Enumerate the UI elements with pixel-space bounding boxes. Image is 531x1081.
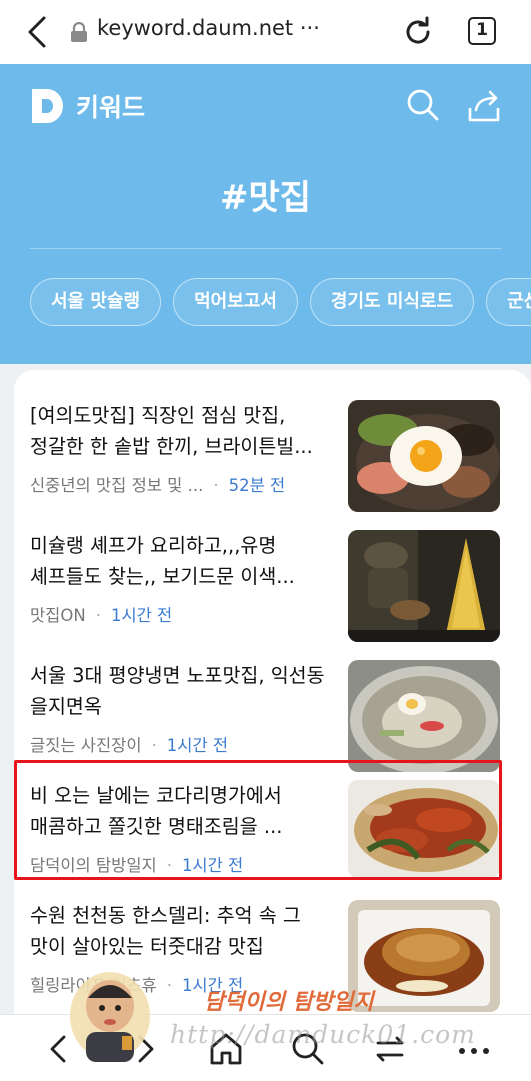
- article-source: 신중년의 맛집 정보 및 ...: [30, 476, 204, 495]
- chevron-left-icon: [28, 16, 46, 48]
- tab-count: 1: [476, 20, 488, 40]
- watermark-avatar: [66, 966, 154, 1062]
- more-dots: ···: [299, 16, 320, 40]
- reload-icon: [406, 16, 430, 44]
- article-time: 1시간 전: [166, 736, 229, 755]
- watermark-blog-name: 담덕이의 탐방일지: [204, 989, 374, 1015]
- article-meta: 신중년의 맛집 정보 및 ... · 52분 전: [30, 476, 286, 495]
- chip-seoul-michelin[interactable]: 서울 맛슐랭: [30, 278, 162, 326]
- article-source: 글짓는 사진장이: [30, 736, 142, 755]
- keyword-title: #맛집: [219, 178, 312, 218]
- thumbnail-image[interactable]: [348, 530, 500, 642]
- list-item[interactable]: 미슐랭 셰프가 요리하고,,,유명 셰프들도 찾는,, 보기드문 이색... 맛…: [30, 530, 531, 656]
- list-item[interactable]: [여의도맛집] 직장인 점심 맛집, 정갈한 한 솥밥 한끼, 브라이튼빌...…: [30, 400, 531, 526]
- article-meta: 맛집ON · 1시간 전: [30, 606, 173, 625]
- article-title[interactable]: 서울 3대 평양냉면 노포맛집, 익선동 을지면옥: [30, 660, 340, 722]
- divider: [30, 248, 501, 249]
- article-meta: 글짓는 사진장이 · 1시간 전: [30, 736, 229, 755]
- article-source: 맛집ON: [30, 606, 86, 625]
- article-list: [여의도맛집] 직장인 점심 맛집, 정갈한 한 솥밥 한끼, 브라이튼빌...…: [14, 370, 531, 1030]
- tabs-button[interactable]: 1: [468, 17, 496, 45]
- search-icon: [407, 89, 439, 121]
- address-bar[interactable]: keyword.daum.net ···: [97, 16, 320, 40]
- highlight-frame: [14, 760, 502, 880]
- related-keyword-chips: 서울 맛슐랭먹어보고서경기도 미식로드군산: [30, 278, 531, 326]
- chip-meogeoboGoseo[interactable]: 먹어보고서: [173, 278, 298, 326]
- share-icon: [468, 90, 500, 122]
- service-title[interactable]: 키워드: [76, 88, 145, 124]
- article-time: 1시간 전: [110, 606, 173, 625]
- search-button[interactable]: [406, 88, 440, 122]
- browser-toolbar: keyword.daum.net ··· 1: [0, 0, 531, 64]
- thumbnail-image[interactable]: [348, 660, 500, 772]
- lock-icon: [70, 21, 88, 42]
- article-title[interactable]: 수원 천천동 한스델리: 추억 속 그 맛이 살아있는 터줏대감 맛집: [30, 900, 340, 962]
- daum-logo-icon[interactable]: [30, 87, 66, 125]
- back-button[interactable]: [22, 14, 56, 50]
- content-area: [여의도맛집] 직장인 점심 맛집, 정갈한 한 솥밥 한끼, 브라이튼빌...…: [0, 364, 531, 1030]
- article-title[interactable]: [여의도맛집] 직장인 점심 맛집, 정갈한 한 솥밥 한끼, 브라이튼빌...: [30, 400, 340, 462]
- keyword-header: 키워드 #맛집 서울 맛슐랭먹어보고서경기도 미식로드군산: [0, 64, 531, 364]
- share-button[interactable]: [466, 88, 502, 124]
- chip-gyeonggi-road[interactable]: 경기도 미식로드: [309, 278, 475, 326]
- reload-button[interactable]: [400, 14, 436, 50]
- chip-gunsan[interactable]: 군산: [486, 278, 531, 326]
- article-time: 52분 전: [228, 476, 286, 495]
- thumbnail-image[interactable]: [348, 400, 500, 512]
- article-title[interactable]: 미슐랭 셰프가 요리하고,,,유명 셰프들도 찾는,, 보기드문 이색...: [30, 530, 340, 592]
- watermark-url: http://damduck01.com: [170, 1020, 476, 1049]
- url-text: keyword.daum.net: [97, 16, 294, 40]
